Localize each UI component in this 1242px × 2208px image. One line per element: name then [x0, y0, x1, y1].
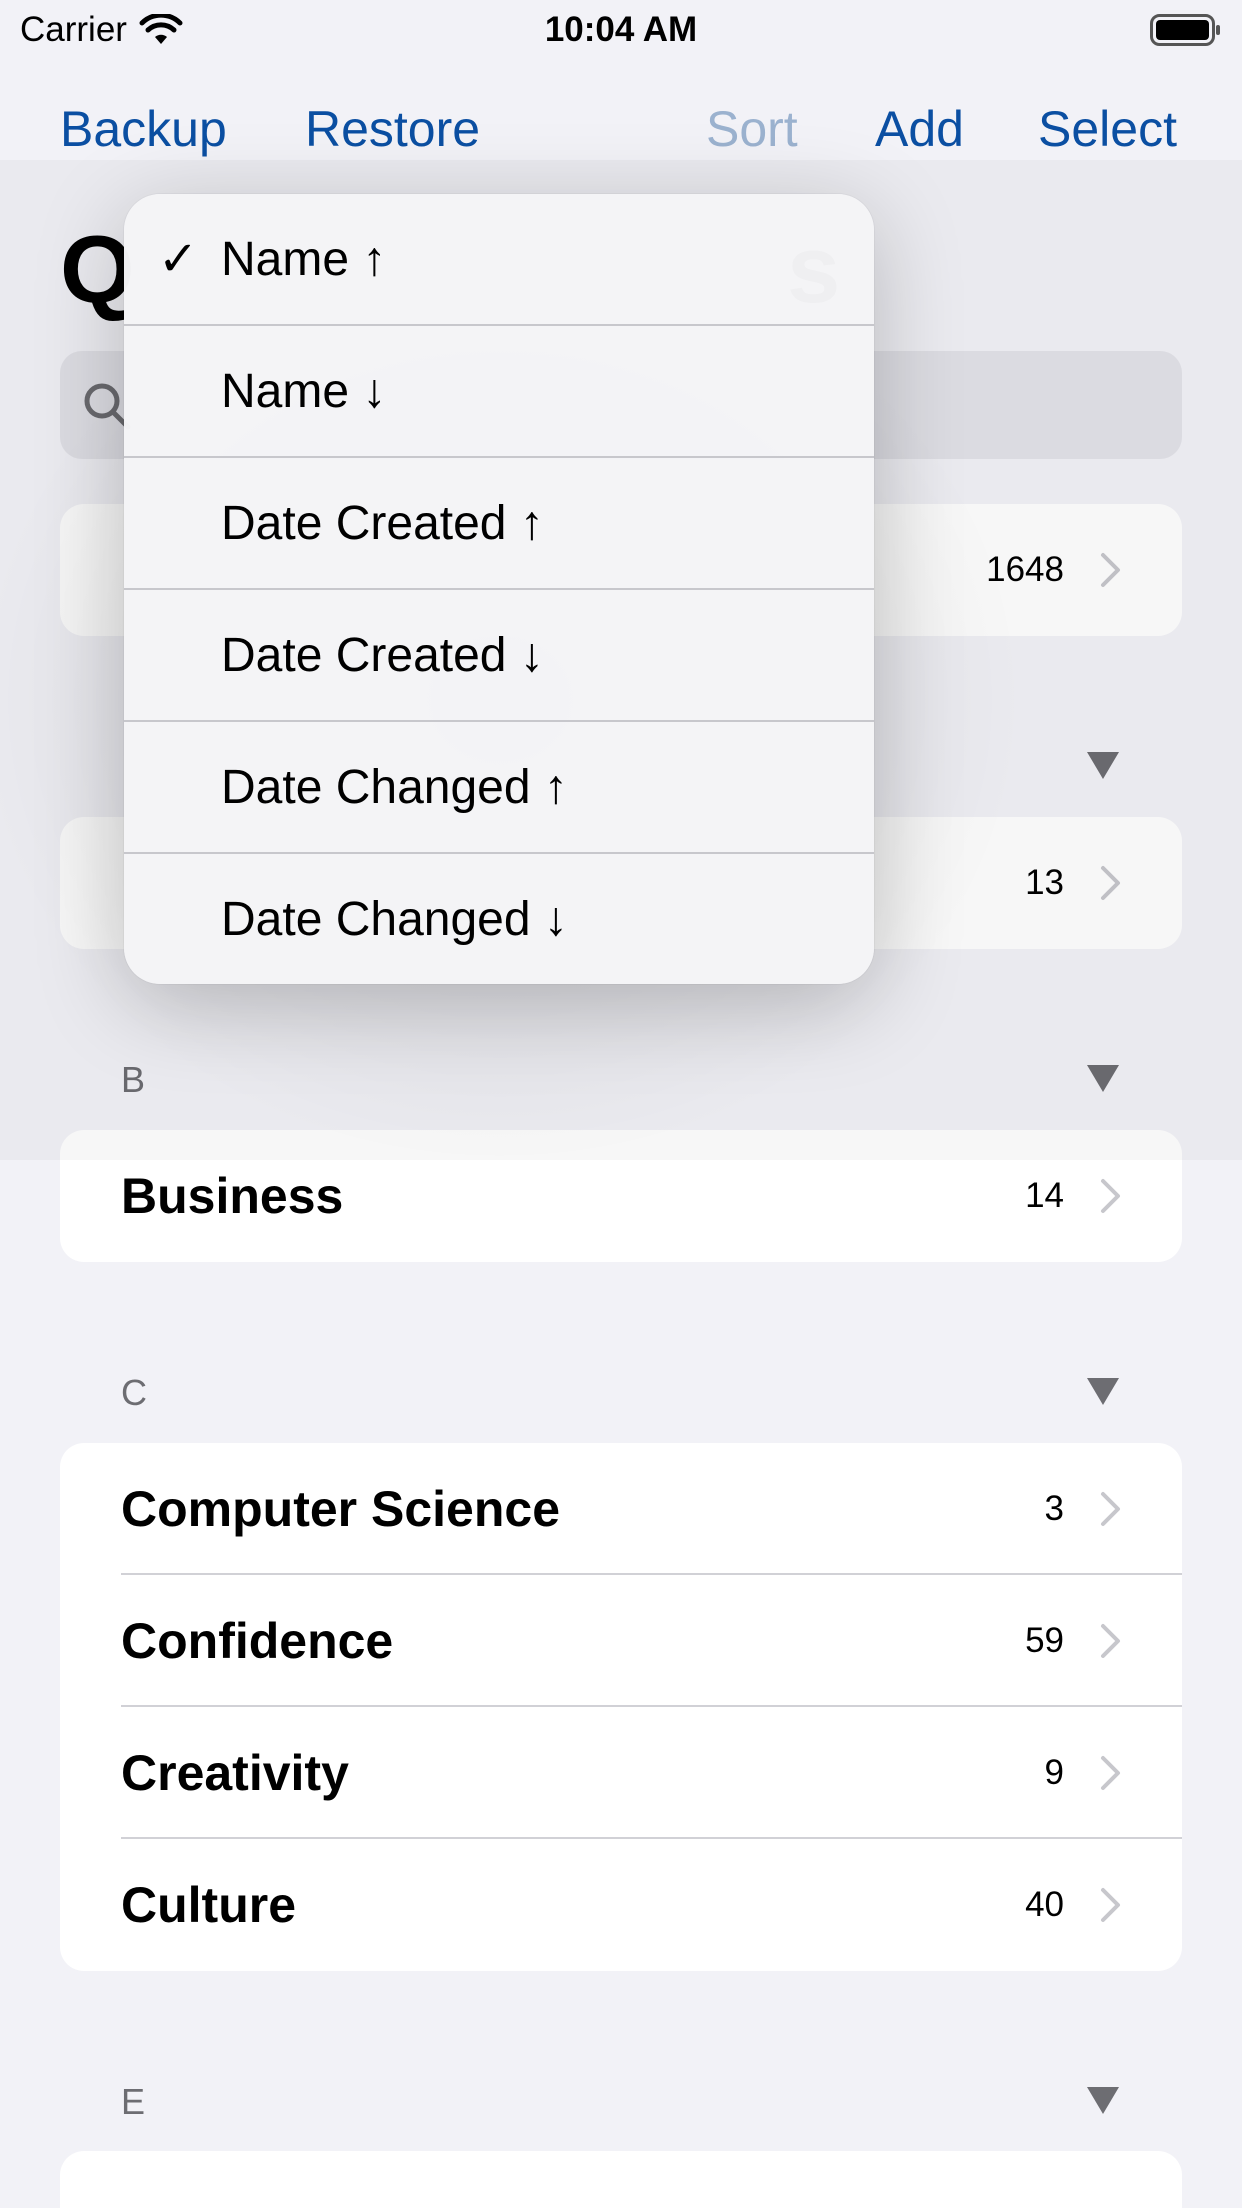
section-letter: C	[121, 1372, 147, 1413]
sort-button[interactable]: Sort	[706, 100, 798, 158]
item-count: 14	[1025, 1176, 1064, 1215]
section-header-c: C	[60, 1362, 1182, 1422]
sort-option-date-changed-desc[interactable]: Date Changed ↓	[124, 854, 874, 984]
status-bar: Carrier 10:04 AM	[0, 0, 1242, 62]
navigation-bar: Backup Restore Sort Add Select	[0, 90, 1242, 160]
sort-option-label: Date Created ↑	[221, 497, 544, 550]
list-item[interactable]: Computer Science 3	[60, 1443, 1182, 1575]
item-count: 59	[1025, 1621, 1064, 1660]
chevron-right-icon	[1101, 1179, 1120, 1213]
status-time: 10:04 AM	[544, 10, 698, 49]
item-count: 3	[1044, 1489, 1064, 1528]
list-item[interactable]: Confidence 59	[60, 1575, 1182, 1707]
item-label: Culture	[121, 1877, 296, 1933]
triangle-down-icon[interactable]	[1086, 1063, 1120, 1093]
battery-icon	[1150, 14, 1220, 46]
sort-option-date-changed-asc[interactable]: Date Changed ↑	[124, 722, 874, 854]
list-item[interactable]	[60, 2151, 1182, 2208]
backup-button[interactable]: Backup	[60, 100, 227, 158]
item-label: Confidence	[121, 1613, 394, 1669]
sort-option-label: Name ↑	[221, 233, 387, 286]
sort-option-label: Date Created ↓	[221, 629, 544, 682]
sort-option-name-asc[interactable]: ✓ Name ↑	[124, 194, 874, 326]
sort-option-label: Date Changed ↓	[221, 893, 568, 946]
triangle-down-icon[interactable]	[1086, 1376, 1120, 1406]
section-c-card: Computer Science 3 Confidence 59 Creativ…	[60, 1443, 1182, 1971]
page-title-visible-left: Q	[60, 216, 135, 323]
add-button[interactable]: Add	[875, 100, 964, 158]
sort-menu: ✓ Name ↑ Name ↓ Date Created ↑ Date Crea…	[124, 194, 874, 984]
chevron-right-icon	[1101, 1756, 1120, 1790]
section-header-b: B	[60, 1049, 1182, 1109]
section-letter: B	[121, 1059, 146, 1100]
list-item[interactable]: Creativity 9	[60, 1707, 1182, 1839]
checkmark-icon: ✓	[158, 233, 199, 286]
section-header-e: E	[60, 2071, 1182, 2131]
section-letter: E	[121, 2081, 146, 2122]
sort-option-name-desc[interactable]: Name ↓	[124, 326, 874, 458]
chevron-right-icon	[1101, 1492, 1120, 1526]
list-item[interactable]: Business 14	[60, 1130, 1182, 1262]
section-b-card: Business 14	[60, 1130, 1182, 1262]
item-count: 9	[1044, 1753, 1064, 1792]
sort-option-date-created-desc[interactable]: Date Created ↓	[124, 590, 874, 722]
chevron-right-icon	[1101, 1624, 1120, 1658]
item-label: Computer Science	[121, 1481, 561, 1537]
sort-option-label: Name ↓	[221, 365, 387, 418]
select-button[interactable]: Select	[1038, 100, 1177, 158]
sort-option-label: Date Changed ↑	[221, 761, 568, 814]
page-title: Q s	[60, 215, 840, 325]
chevron-right-icon	[1101, 1888, 1120, 1922]
chevron-right-icon	[1101, 553, 1120, 587]
chevron-right-icon	[1101, 866, 1120, 900]
section-e-card	[60, 2151, 1182, 2208]
triangle-down-icon[interactable]	[1086, 750, 1120, 780]
item-count: 40	[1025, 1885, 1064, 1924]
item-count: 13	[1025, 863, 1064, 902]
item-label: Business	[121, 1168, 344, 1224]
page: Carrier 10:04 AM Backup Restore Sort Add…	[0, 0, 1242, 2208]
restore-button[interactable]: Restore	[305, 100, 480, 158]
list-item[interactable]: Culture 40	[60, 1839, 1182, 1971]
item-count: 1648	[986, 550, 1064, 589]
sort-option-date-created-asc[interactable]: Date Created ↑	[124, 458, 874, 590]
item-label: Creativity	[121, 1745, 349, 1801]
triangle-down-icon[interactable]	[1086, 2085, 1120, 2115]
